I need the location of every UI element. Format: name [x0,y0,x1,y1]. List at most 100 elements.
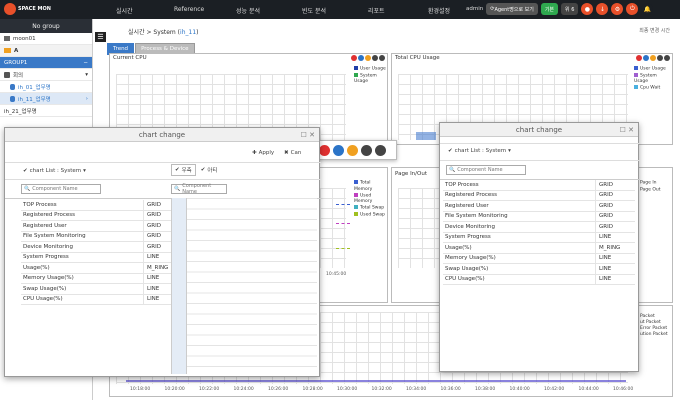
nav-settings[interactable]: 환경설정 [428,6,450,15]
move-up-icon[interactable] [379,55,385,61]
collapse-icon[interactable]: − [83,60,88,66]
chart-list-dropdown[interactable]: ✔ chart List : System ▾ [23,168,86,174]
apply-button[interactable]: ✚ Apply [252,150,274,156]
power-icon[interactable]: ⏻ [626,3,639,15]
move-up-icon[interactable] [664,55,670,61]
table-row[interactable]: TOP Process GRID [443,180,635,191]
sidebar-header: No group [0,19,92,33]
table-row[interactable]: CPU Usage(%) LINE [443,274,635,285]
logo[interactable]: SPACE MON [4,3,51,15]
legend-item: System Usage [634,72,672,86]
sidebar-item-ih01[interactable]: ih_01_업무명 [0,81,92,93]
component-type: LINE [595,264,635,274]
edit-icon[interactable] [365,55,371,61]
maximize-icon[interactable]: ☐ [620,126,626,134]
edit-icon[interactable] [650,55,656,61]
chevron-down-icon[interactable]: ▾ [85,72,88,78]
table-row[interactable]: Usage(%) M_RING [443,243,635,254]
table-row[interactable]: File System Monitoring GRID [443,211,635,222]
maximize-icon[interactable]: ☐ [301,131,307,139]
search-icon: 🔍 [24,186,31,192]
component-name: File System Monitoring [445,213,508,220]
x-tick: 10:22:00 [199,387,220,392]
legend-item: Total Swap [354,205,387,212]
gear-icon[interactable]: ⚙ [611,3,624,15]
chart-list-dropdown[interactable]: ✔ chart List : System ▾ [448,148,511,154]
table-row[interactable]: Device Monitoring GRID [443,222,635,233]
agent-view-button[interactable]: ⟳ Agent명으로 보기 [486,3,538,15]
add-icon[interactable] [358,55,364,61]
green-button[interactable]: 기본 [540,3,559,15]
used-memory-line [336,223,350,224]
table-row[interactable]: Device Monitoring GRID [21,242,183,253]
breadcrumb-agent[interactable]: ih_11 [180,29,196,36]
edit-icon[interactable] [346,144,358,156]
sidebar-item-label: ih_11_업무명 [18,96,51,103]
table-row[interactable]: File System Monitoring GRID [21,231,183,242]
remove-button[interactable]: ✔ 아티 [198,164,221,176]
x-tick: 10:24:00 [233,387,254,392]
close-icon[interactable]: ✕ [309,131,315,139]
add-right-button[interactable]: ✔ 우측 [171,164,196,176]
table-row[interactable]: CPU Usage(%) LINE [21,294,183,305]
add-icon[interactable] [643,55,649,61]
panel-float-controls [307,140,397,160]
nav-perf[interactable]: 성능 분석 [236,6,260,15]
agent-view-label: Agent명으로 보기 [494,6,534,13]
sidebar-item-ih11[interactable]: ih_11_업무명 › [0,93,92,105]
move-buttons: ✔ 우측 ✔ 아티 [171,164,220,176]
table-row[interactable]: Memory Usage(%) LINE [443,253,635,264]
move-down-icon[interactable] [360,144,372,156]
component-type: GRID [595,222,635,232]
delete-icon[interactable] [318,144,330,156]
nav-freq[interactable]: 빈도 분석 [302,6,326,15]
usage-area [416,132,436,140]
x-tick: 10:30:00 [337,387,358,392]
table-row[interactable]: TOP Process GRID [21,200,183,211]
table-row[interactable]: Memory Usage(%) LINE [21,273,183,284]
bell-icon[interactable]: 🔔 [641,3,654,15]
user-icon[interactable]: ● [581,3,594,15]
table-row[interactable]: Registered Process GRID [443,190,635,201]
sidebar-item-meeting[interactable]: 회의 ▾ [0,69,92,81]
table-row[interactable]: Swap Usage(%) LINE [443,264,635,275]
top-bar: SPACE MON 실시간 Reference 성능 분석 빈도 분석 리포트 … [0,0,680,19]
sidebar-group1[interactable]: GROUP1 − [0,57,92,69]
add-icon[interactable] [332,144,344,156]
download-icon[interactable]: ↓ [596,3,609,15]
count-button[interactable]: 위 6 [561,3,579,15]
table-row[interactable]: Swap Usage(%) LINE [21,284,183,295]
table-row[interactable]: Registered User GRID [443,201,635,212]
table-row[interactable]: Usage(%) M_RING [21,263,183,274]
move-up-icon[interactable] [374,144,386,156]
table-row[interactable]: Registered User GRID [21,221,183,232]
component-name: File System Monitoring [23,233,86,240]
component-name: Registered User [445,202,489,209]
component-search-input[interactable]: 🔍 Component Name [446,165,526,175]
sidebar-item-a[interactable]: A [0,45,92,57]
sidebar-item-moon01[interactable]: moon01 [0,33,92,45]
panel-title: Current CPU [113,55,147,61]
sidebar-item-ih21[interactable]: ih_21_업무명 [0,105,92,117]
apply-label: Apply [258,150,275,156]
move-down-icon[interactable] [657,55,663,61]
search-placeholder: Component Name [457,167,503,173]
chevron-right-icon[interactable]: › [86,96,88,102]
legend-item: System Usage [354,72,387,86]
table-row[interactable]: System Progress LINE [21,252,183,263]
chart-list-label: chart List : System [29,168,82,174]
close-icon[interactable]: ✕ [628,126,634,134]
nav-report[interactable]: 리포트 [368,6,385,15]
nav-reference[interactable]: Reference [174,6,204,13]
delete-icon[interactable] [636,55,642,61]
component-search-input-right[interactable]: 🔍 Component Name [171,183,227,195]
delete-icon[interactable] [351,55,357,61]
component-search-input[interactable]: 🔍 Component Name [21,184,101,194]
table-row[interactable]: Registered Process GRID [21,210,183,221]
cancel-button[interactable]: ✖ Can [284,150,301,156]
move-down-icon[interactable] [372,55,378,61]
menu-toggle-icon[interactable]: ☰ [95,32,106,42]
table-row[interactable]: System Progress LINE [443,232,635,243]
nav-realtime[interactable]: 실시간 [116,6,133,15]
component-type: GRID [595,180,635,190]
